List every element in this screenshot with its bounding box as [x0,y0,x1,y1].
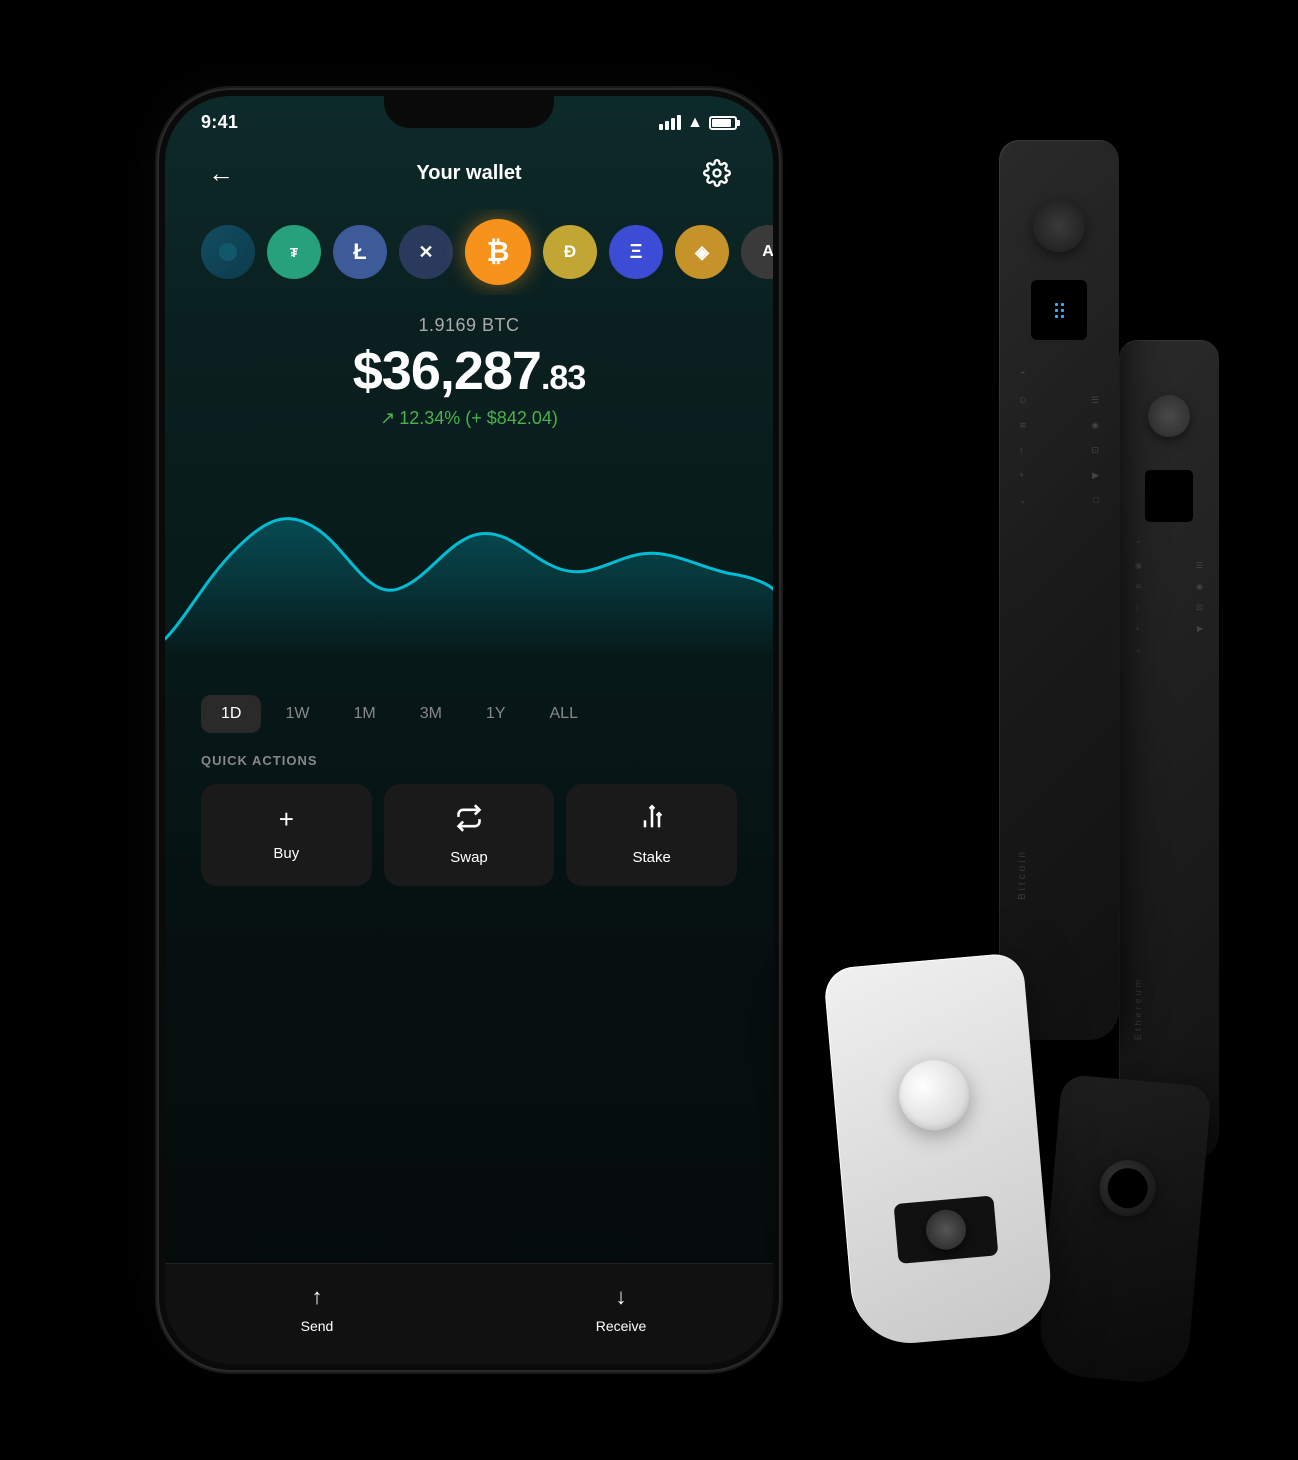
coin-litecoin[interactable]: Ł [333,225,387,279]
hw1-menu-row4: ↕⊡ [1019,445,1099,456]
crypto-selector: ₮ Ł ✕ ₿ Ð Ξ ◈ A [165,209,773,295]
signal-icon [659,115,681,130]
coin-bitcoin-active[interactable]: ₿ [465,219,531,285]
hw1-button [1033,200,1085,252]
stake-icon [638,804,666,839]
hw2-button [1148,395,1190,437]
hw2-label: Ethereum [1133,977,1143,1040]
balance-section: 1.9169 BTC $36,287.83 ↗ 12.34% (+ $842.0… [165,295,773,439]
send-nav[interactable]: ↑ Send [165,1284,469,1334]
hw3-connector [894,1195,999,1263]
signal-bar-1 [659,124,663,130]
hardware-wallet-white [823,952,1055,1348]
settings-button[interactable] [697,153,737,193]
receive-icon: ↓ [616,1284,627,1310]
change-arrow: ↗ [380,408,395,429]
sd1 [1055,303,1058,306]
status-time: 9:41 [201,112,238,133]
bottom-nav: ↑ Send ↓ Receive [165,1263,773,1364]
hw2-menu-row2: ◉☰ [1135,561,1203,570]
scene: 9:41 ▲ ← Your wallet [99,40,1199,1420]
coin-ripple[interactable]: ✕ [399,225,453,279]
hw2-menu-row4: ↕⊡ [1135,603,1203,612]
time-1w[interactable]: 1W [265,695,329,733]
back-button[interactable]: ← [201,153,241,193]
buy-icon: + [279,804,294,835]
time-3m[interactable]: 3M [400,695,462,733]
usd-balance: $36,287.83 [201,344,737,398]
hardware-wallet-nano [1036,1074,1212,1386]
btc-balance: 1.9169 BTC [201,315,737,336]
phone-screen: 9:41 ▲ ← Your wallet [165,96,773,1364]
battery-icon [709,116,737,130]
phone-device: 9:41 ▲ ← Your wallet [159,90,779,1370]
status-icons: ▲ [659,114,737,132]
header-title: Your wallet [416,162,521,185]
hw1-screen-content [1051,299,1068,322]
hw4-btn-inner [1106,1166,1149,1209]
hw1-menu-row3: ≋◉ [1019,420,1099,431]
sd2 [1061,303,1064,306]
coin-bnb[interactable]: ◈ [675,225,729,279]
sd3 [1055,309,1058,312]
battery-fill [712,119,731,127]
hw1-menu-row1: ⌃ [1019,370,1099,381]
hw1-menu-row2: ⊙☰ [1019,395,1099,406]
time-1d[interactable]: 1D [201,695,261,733]
wifi-icon: ▲ [687,114,703,132]
hw2-menu-row3: ≋◉ [1135,582,1203,591]
stake-label: Stake [633,849,671,866]
time-all[interactable]: ALL [530,695,598,733]
phone-notch [384,90,554,128]
swap-icon [455,804,483,839]
hardware-wallet-2: ⌃ ◉☰ ≋◉ ↕⊡ +▶ ⌄ Ethereum [1119,340,1219,1160]
swap-label: Swap [450,849,488,866]
hw1-screen [1031,280,1087,340]
usd-cents: .83 [541,359,585,397]
signal-bar-2 [665,121,669,130]
time-1y[interactable]: 1Y [466,695,526,733]
hw1-menu-row6: ⌄□ [1019,495,1099,506]
quick-actions-label: QUICK ACTIONS [165,753,773,784]
hw4-button [1097,1158,1158,1219]
coin-ethereum[interactable]: Ξ [609,225,663,279]
hw3-button [896,1057,972,1133]
buy-label: Buy [273,845,299,862]
hw2-menu-row6: ⌄ [1135,645,1203,654]
hw1-label: Bitcoin [1017,849,1028,900]
actions-row: + Buy Swap [165,784,773,906]
price-change: ↗ 12.34% (+ $842.04) [201,408,737,429]
send-label: Send [301,1318,334,1334]
sd5 [1055,315,1058,318]
buy-button[interactable]: + Buy [201,784,372,886]
price-chart [165,459,773,659]
change-text: 12.34% (+ $842.04) [399,408,558,429]
coin-algorand[interactable]: A [741,225,773,279]
time-selector: 1D 1W 1M 3M 1Y ALL [165,679,773,753]
time-1m[interactable]: 1M [333,695,395,733]
chart-area [165,439,773,679]
signal-bar-3 [671,118,675,130]
hw1-menu-row5: +▶ [1019,470,1099,481]
hw2-menu-row1: ⌃ [1135,540,1203,549]
receive-label: Receive [596,1318,647,1334]
coin-partial[interactable] [201,225,255,279]
coin-dogecoin[interactable]: Ð [543,225,597,279]
hardware-wallet-1: ⌃ ⊙☰ ≋◉ ↕⊡ +▶ ⌄□ Bitcoin [999,140,1119,1040]
receive-nav[interactable]: ↓ Receive [469,1284,773,1334]
app-header: ← Your wallet [165,133,773,209]
signal-bar-4 [677,115,681,130]
hw2-screen [1145,470,1193,522]
hw3-usb-btn [924,1208,967,1251]
send-icon: ↑ [312,1284,323,1310]
coin-tether[interactable]: ₮ [267,225,321,279]
sd4 [1061,309,1064,312]
swap-button[interactable]: Swap [384,784,555,886]
sd6 [1061,315,1064,318]
stake-button[interactable]: Stake [566,784,737,886]
hw2-menu-row5: +▶ [1135,624,1203,633]
usd-main: $36,287 [353,341,541,401]
